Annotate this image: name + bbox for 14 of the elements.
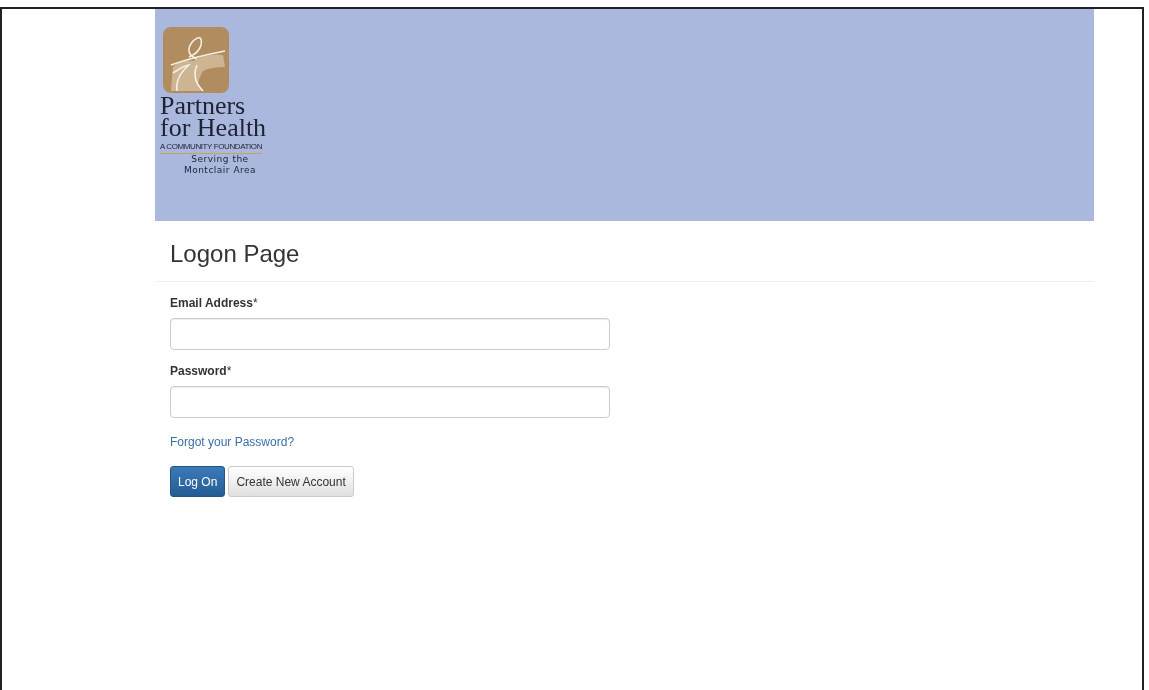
logo-tagline: A COMMUNITY FOUNDATION [160,142,263,154]
field-label: Email Address* [170,296,259,310]
logo-name: Partners [160,95,246,117]
forgot-password-link[interactable]: Forgot your Password? [170,435,295,449]
log-on-button[interactable]: Log On [170,466,226,497]
logo-icon [163,27,229,93]
page-title: Logon Page [170,239,301,269]
logo-subtitle: Montclair Area [182,165,258,176]
input-field[interactable] [170,386,610,418]
input-field[interactable] [170,318,610,350]
logo-subtitle: Serving the [190,154,250,165]
logo-name: for Health [160,117,267,139]
create-account-button[interactable]: Create New Account [228,466,354,497]
field-label: Password* [170,364,233,378]
